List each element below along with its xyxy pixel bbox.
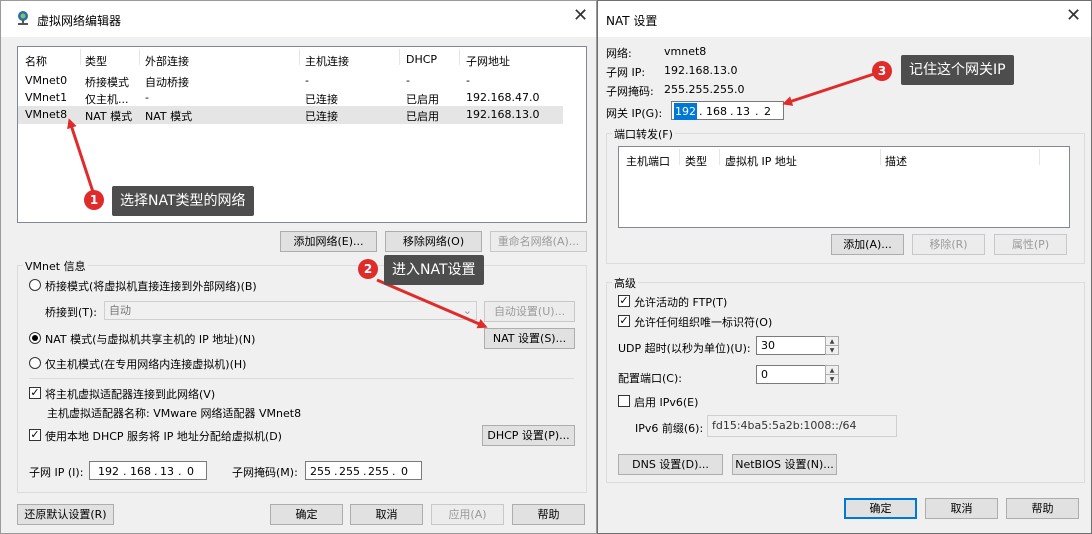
step2-callout: 进入NAT设置 bbox=[384, 255, 484, 285]
arrow-step2 bbox=[376, 278, 488, 329]
step2-badge: 2 bbox=[358, 259, 378, 279]
arrow-step3 bbox=[782, 70, 881, 106]
step1-callout: 选择NAT类型的网络 bbox=[112, 186, 254, 216]
arrow-step1 bbox=[67, 118, 96, 196]
step3-badge: 3 bbox=[872, 61, 892, 81]
step1-badge: 1 bbox=[84, 190, 104, 210]
step3-callout: 记住这个网关IP bbox=[901, 55, 1014, 85]
